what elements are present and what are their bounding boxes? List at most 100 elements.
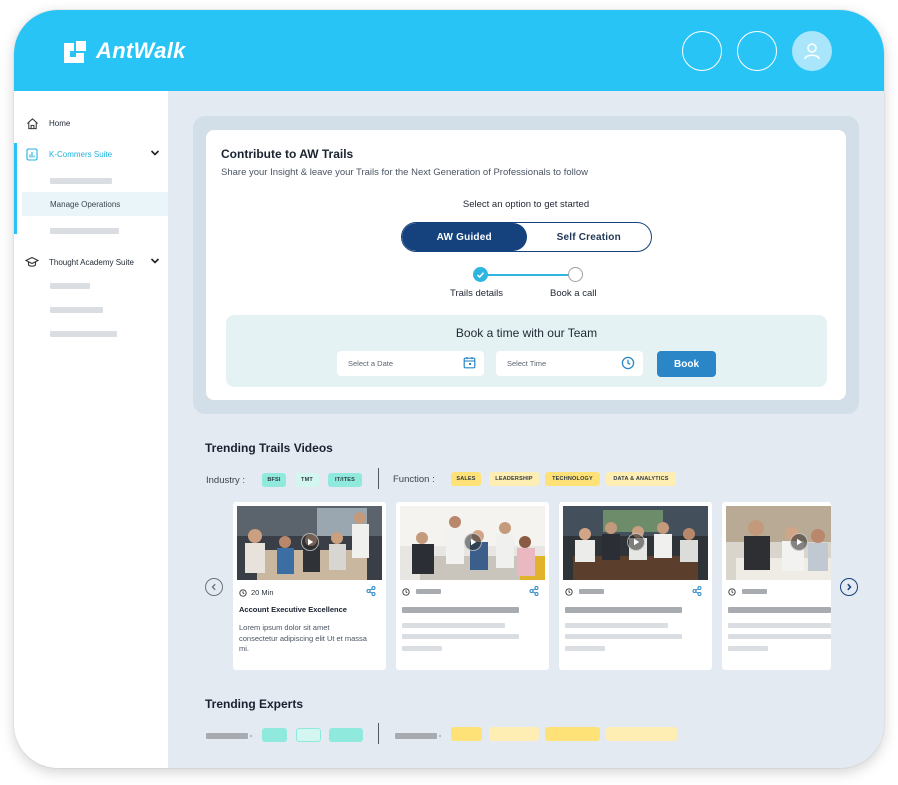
- industry-chip-tmt[interactable]: TMT: [295, 473, 319, 487]
- function-chip-placeholder[interactable]: [545, 727, 600, 741]
- industry-chip-it-ites[interactable]: IT/ITES: [328, 473, 362, 487]
- self-creation-option[interactable]: Self Creation: [527, 223, 652, 251]
- antwalk-logo-icon: [64, 39, 88, 63]
- sidebar: Home K-Commers Suite Manage Operations T…: [14, 91, 168, 768]
- video-thumbnail[interactable]: [726, 506, 831, 580]
- sidebar-item-label: K-Commers Suite: [49, 149, 113, 159]
- description-placeholder: [402, 646, 442, 651]
- share-icon[interactable]: [529, 586, 539, 596]
- description-placeholder: [728, 623, 831, 628]
- book-call-title: Book a time with our Team: [455, 326, 598, 340]
- sidebar-subitem-label: Manage Operations: [50, 199, 121, 209]
- clock-icon: [239, 588, 247, 597]
- industry-chip-placeholder[interactable]: [262, 728, 287, 742]
- clock-icon[interactable]: [621, 356, 635, 370]
- description-placeholder: [565, 646, 605, 651]
- chart-icon: [25, 147, 39, 161]
- logo[interactable]: AntWalk: [64, 38, 186, 64]
- industry-chip-bfsi[interactable]: BFSI: [262, 473, 286, 487]
- play-icon[interactable]: [790, 533, 808, 551]
- sidebar-subitem-placeholder[interactable]: [50, 283, 90, 289]
- contribute-card: Contribute to AW Trails Share your Insig…: [206, 130, 846, 400]
- aw-guided-option[interactable]: AW Guided: [402, 223, 527, 251]
- app-window: AntWalk Home K-Commers Suite Manage Oper…: [14, 10, 884, 768]
- function-chip-placeholder[interactable]: [451, 727, 482, 741]
- carousel-prev-button[interactable]: [205, 578, 223, 596]
- sidebar-subitem-placeholder[interactable]: [50, 307, 103, 313]
- app-name: AntWalk: [96, 38, 186, 63]
- video-description: Lorem ipsum dolor sit amet consectetur a…: [239, 623, 367, 653]
- calendar-icon[interactable]: [463, 356, 476, 369]
- sidebar-item-k-commers-suite[interactable]: K-Commers Suite: [14, 142, 168, 166]
- chevron-down-icon[interactable]: [150, 149, 160, 157]
- description-placeholder: [565, 634, 682, 639]
- function-chip-placeholder[interactable]: [606, 727, 677, 741]
- video-duration-text: 20 Min: [251, 588, 274, 597]
- industry-filter-label: Industry :: [206, 475, 246, 486]
- step-pending-indicator: [568, 267, 583, 282]
- clock-icon: [565, 588, 573, 596]
- description-placeholder: [402, 623, 505, 628]
- date-picker-field[interactable]: Select a Date: [337, 351, 484, 376]
- video-thumbnail[interactable]: [237, 506, 382, 580]
- sidebar-item-thought-academy-suite[interactable]: Thought Academy Suite: [14, 250, 168, 274]
- video-duration: 20 Min: [239, 588, 274, 597]
- chevron-down-icon[interactable]: [150, 257, 160, 265]
- video-thumbnail[interactable]: [563, 506, 708, 580]
- video-card[interactable]: [396, 502, 549, 670]
- share-icon[interactable]: [692, 586, 702, 596]
- play-icon[interactable]: [464, 533, 482, 551]
- step-label-book-a-call: Book a call: [550, 288, 597, 299]
- sidebar-subitem-manage-operations[interactable]: Manage Operations: [22, 192, 168, 216]
- user-icon: [804, 43, 820, 60]
- description-placeholder: [728, 646, 768, 651]
- time-placeholder: Select Time: [507, 359, 547, 368]
- clock-icon: [402, 588, 410, 596]
- clock-icon: [728, 588, 736, 596]
- video-thumbnail[interactable]: [400, 506, 545, 580]
- play-icon[interactable]: [627, 533, 645, 551]
- title-placeholder: [565, 607, 682, 613]
- video-card[interactable]: [722, 502, 831, 670]
- description-placeholder: [402, 634, 519, 639]
- book-button[interactable]: Book: [657, 351, 716, 377]
- description-placeholder: [728, 634, 831, 639]
- video-card[interactable]: 20 Min Account Executive Excellence Lore…: [233, 502, 386, 670]
- sidebar-subitem-placeholder[interactable]: [50, 228, 119, 234]
- carousel-next-button[interactable]: [840, 578, 858, 596]
- industry-label-placeholder: [206, 733, 248, 739]
- play-icon[interactable]: [301, 533, 319, 551]
- chevron-right-icon: [847, 583, 852, 591]
- contribute-title: Contribute to AW Trails: [221, 147, 354, 161]
- video-card[interactable]: [559, 502, 712, 670]
- chevron-left-icon: [211, 583, 216, 591]
- stepper-line: [487, 274, 575, 276]
- function-chip-technology[interactable]: TECHNOLOGY: [545, 472, 600, 486]
- time-picker-field[interactable]: Select Time: [496, 351, 643, 376]
- function-chip-placeholder[interactable]: [489, 727, 539, 741]
- creation-mode-toggle: AW Guided Self Creation: [401, 222, 652, 252]
- function-chip-data-analytics[interactable]: DATA & ANALYTICS: [606, 472, 676, 486]
- function-chip-sales[interactable]: SALES: [451, 472, 481, 486]
- sidebar-item-home[interactable]: Home: [14, 111, 168, 135]
- sidebar-subitem-placeholder[interactable]: [50, 331, 117, 337]
- industry-chip-placeholder[interactable]: [296, 728, 321, 742]
- function-chip-leadership[interactable]: LEADERSHIP: [489, 472, 539, 486]
- industry-chip-placeholder[interactable]: [329, 728, 363, 742]
- step-complete-check-icon: [473, 267, 488, 282]
- header-action-button-1[interactable]: [682, 31, 722, 71]
- select-option-label: Select an option to get started: [462, 199, 590, 210]
- home-icon: [25, 116, 39, 130]
- sidebar-subitem-placeholder[interactable]: [50, 178, 112, 184]
- header-action-button-2[interactable]: [737, 31, 777, 71]
- book-call-box: Book a time with our Team Select a Date …: [226, 315, 827, 387]
- filter-divider: [378, 723, 379, 744]
- graduation-cap-icon: [25, 255, 39, 269]
- top-header: AntWalk: [14, 10, 884, 91]
- trending-experts-title: Trending Experts: [205, 697, 304, 711]
- function-filter-label: Function :: [393, 474, 435, 485]
- duration-placeholder: [579, 589, 604, 594]
- contribute-subtitle: Share your Insight & leave your Trails f…: [221, 167, 588, 178]
- user-avatar[interactable]: [792, 31, 832, 71]
- share-icon[interactable]: [366, 586, 376, 596]
